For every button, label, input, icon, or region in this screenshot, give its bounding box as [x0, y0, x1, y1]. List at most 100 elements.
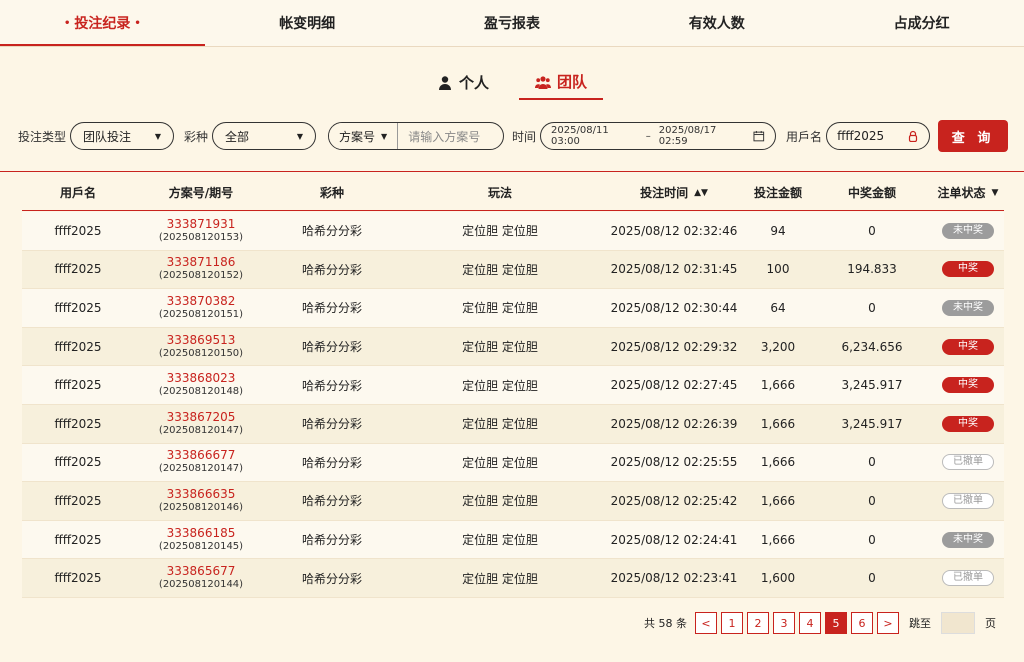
prev-page-button[interactable]: < — [695, 612, 717, 634]
team-icon — [535, 75, 551, 89]
cell-plan: 333866635 (202508120146) — [134, 487, 268, 514]
plan-number-link[interactable]: 333869513 — [167, 333, 236, 347]
cell-plan: 333870382 (202508120151) — [134, 294, 268, 321]
cell-lottery: 哈希分分彩 — [301, 301, 362, 316]
lock-icon — [908, 130, 918, 142]
cell-plan: 333865677 (202508120144) — [134, 565, 268, 591]
next-page-button[interactable]: > — [877, 612, 899, 634]
header-divider — [0, 171, 1024, 172]
tab-dividends[interactable]: 占成分红 — [819, 0, 1024, 46]
cell-lottery: 哈希分分彩 — [301, 262, 362, 277]
cell-amount: 1,666 — [760, 455, 796, 470]
period-number: (202508120151) — [158, 308, 244, 320]
bet-type-select[interactable]: 团队投注 ▼ — [70, 122, 175, 150]
page-button-3[interactable]: 3 — [773, 612, 795, 634]
plan-number-link[interactable]: 333870382 — [167, 294, 236, 308]
sub-tab-personal[interactable]: 个人 — [421, 69, 505, 100]
cell-plan: 333871931 (202508120153) — [134, 217, 268, 244]
table-row: ffff2025 333866677 (202508120147) 哈希分分彩 定位胆 … — [22, 443, 1004, 483]
period-number: (202508120145) — [158, 540, 244, 552]
period-number: (202508120150) — [158, 347, 244, 359]
plan-number-link[interactable]: 333871931 — [167, 217, 236, 231]
plan-number-input[interactable]: 请输入方案号 — [398, 128, 490, 145]
col-header-bet-time[interactable]: 投注时间 ▲▼ — [604, 184, 744, 201]
plan-number-link[interactable]: 333866635 — [167, 487, 236, 501]
period-number: (202508120153) — [158, 231, 244, 243]
period-number: (202508120146) — [158, 501, 244, 513]
sub-tab-label: 个人 — [458, 74, 489, 92]
cell-plan: 333866185 (202508120145) — [134, 526, 268, 553]
username-label: 用戶名 — [786, 129, 823, 144]
caret-down-icon: ▼ — [381, 131, 388, 141]
cell-win: 0 — [868, 493, 876, 508]
plan-number-link[interactable]: 333868023 — [167, 372, 236, 385]
username-input[interactable]: ffff2025 — [826, 122, 931, 150]
page-button-5[interactable]: 5 — [825, 612, 847, 634]
filter-caret-icon[interactable]: ▼ — [992, 188, 999, 198]
cell-username: ffff2025 — [54, 262, 102, 277]
table-row: ffff2025 333871931 (202508120153) 哈希分分彩 定位胆 … — [22, 212, 1004, 251]
plan-number-link[interactable]: 333866185 — [167, 526, 236, 540]
cell-win: 6,234.656 — [841, 339, 903, 354]
tab-active-users[interactable]: 有效人数 — [614, 0, 819, 46]
cell-status: 已撤单 — [932, 492, 1004, 509]
cell-amount: 100 — [766, 262, 790, 277]
plan-number-link[interactable]: 333871186 — [167, 256, 236, 269]
cell-username: ffff2025 — [54, 571, 102, 586]
date-range-picker[interactable]: 2025/08/11 03:00 – 2025/08/17 02:59 — [540, 122, 777, 150]
cell-amount: 1,666 — [760, 493, 796, 508]
period-number: (202508120147) — [158, 463, 244, 475]
col-header-play: 玩法 — [487, 186, 512, 200]
lottery-select[interactable]: 全部 ▼ — [212, 122, 317, 150]
col-header-status[interactable]: 注单状态 ▼ — [932, 184, 1004, 201]
status-badge: 已撤单 — [942, 454, 994, 471]
table-row: ffff2025 333867205 (202508120147) 哈希分分彩 定位胆 … — [22, 404, 1004, 444]
tab-profit-report[interactable]: 盈亏报表 — [410, 0, 615, 46]
total-count: 共 58 条 — [644, 617, 687, 630]
status-badge: 中奖 — [942, 377, 994, 394]
page-button-2[interactable]: 2 — [747, 612, 769, 634]
plan-number-link[interactable]: 333867205 — [167, 410, 236, 424]
cell-bet-time: 2025/08/12 02:27:45 — [610, 378, 738, 393]
cell-lottery: 哈希分分彩 — [301, 533, 362, 548]
cell-play: 定位胆 定位胆 — [462, 533, 538, 548]
cell-win: 0 — [868, 532, 876, 547]
cell-status: 中奖 — [932, 377, 1004, 394]
cell-lottery: 哈希分分彩 — [301, 340, 362, 355]
cell-status: 中奖 — [932, 338, 1004, 355]
page-button-1[interactable]: 1 — [721, 612, 743, 634]
sort-icon[interactable]: ▲▼ — [694, 188, 708, 198]
plan-number-link[interactable]: 333866677 — [167, 449, 236, 462]
tab-account-changes[interactable]: 帐变明细 — [205, 0, 410, 46]
page-button-4[interactable]: 4 — [799, 612, 821, 634]
cell-username: ffff2025 — [54, 416, 102, 431]
plan-number-link[interactable]: 333865677 — [167, 565, 236, 578]
tab-label: 占成分红 — [893, 16, 950, 32]
tab-label: 帐变明细 — [279, 16, 336, 32]
active-dot-right: • — [134, 17, 141, 29]
table-row: ffff2025 333866635 (202508120146) 哈希分分彩 定位胆 … — [22, 482, 1004, 521]
jump-page-input[interactable] — [941, 612, 975, 634]
cell-play: 定位胆 定位胆 — [462, 301, 538, 316]
cell-status: 未中奖 — [932, 531, 1004, 548]
time-label: 时间 — [512, 129, 537, 144]
page-suffix: 页 — [985, 617, 996, 630]
tab-bet-records[interactable]: • 投注纪录 • — [0, 0, 205, 46]
search-button[interactable]: 查 询 — [938, 120, 1009, 152]
table-header: 用戶名 方案号/期号 彩种 玩法 投注时间 ▲▼ 投注金额 中奖金额 注单状态 … — [22, 175, 1004, 211]
col-header-label: 投注时间 — [640, 186, 689, 200]
status-badge: 中奖 — [942, 261, 994, 278]
cell-win: 194.833 — [847, 262, 897, 277]
cell-win: 0 — [868, 571, 876, 586]
status-badge: 未中奖 — [942, 531, 994, 548]
cell-username: ffff2025 — [54, 300, 102, 315]
plan-type-select[interactable]: 方案号 ▼ — [329, 123, 399, 149]
bet-type-value: 团队投注 — [83, 129, 132, 144]
cell-amount: 1,666 — [760, 378, 796, 393]
page-button-6[interactable]: 6 — [851, 612, 873, 634]
pagination: 共 58 条 < 1 2 3 4 5 6 > 跳至 页 — [644, 612, 996, 634]
table-row: ffff2025 333866185 (202508120145) 哈希分分彩 定位胆 … — [22, 520, 1004, 560]
top-tab-bar: • 投注纪录 • 帐变明细 盈亏报表 有效人数 占成分红 — [0, 0, 1024, 46]
cell-amount: 3,200 — [760, 339, 796, 354]
sub-tab-team[interactable]: 团队 — [519, 69, 604, 100]
